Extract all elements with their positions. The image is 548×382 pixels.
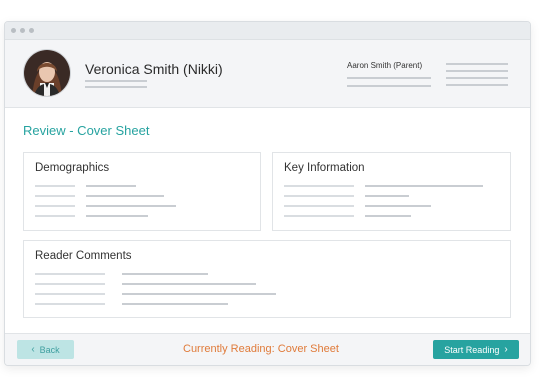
page-title: Review - Cover Sheet	[23, 123, 150, 138]
chevron-right-icon: ›	[504, 343, 508, 355]
key-information-title: Key Information	[284, 162, 365, 174]
placeholder-line	[284, 205, 354, 207]
placeholder-line	[365, 195, 409, 197]
info-placeholder-line	[446, 63, 508, 65]
key-information-card: Key Information	[272, 152, 511, 231]
placeholder-line	[35, 215, 75, 217]
placeholder-line	[284, 215, 354, 217]
window-titlebar	[5, 22, 530, 40]
reading-footer: ‹ Back Currently Reading: Cover Sheet St…	[5, 333, 530, 365]
parent-placeholder-line	[347, 77, 431, 79]
back-button[interactable]: ‹ Back	[17, 340, 74, 359]
info-placeholder-line	[446, 70, 508, 72]
placeholder-line	[365, 215, 411, 217]
back-label: Back	[39, 344, 60, 355]
name-placeholder-line	[85, 80, 147, 82]
placeholder-line	[35, 205, 75, 207]
window-dot	[20, 28, 25, 33]
window-dot	[29, 28, 34, 33]
start-reading-label: Start Reading	[444, 344, 500, 355]
placeholder-line	[122, 303, 228, 305]
current-reading-status: Currently Reading: Cover Sheet	[183, 343, 339, 355]
app-window: Veronica Smith (Nikki) Aaron Smith (Pare…	[4, 21, 531, 366]
placeholder-line	[365, 205, 431, 207]
placeholder-line	[35, 283, 105, 285]
placeholder-line	[122, 293, 276, 295]
placeholder-line	[284, 185, 354, 187]
placeholder-line	[35, 195, 75, 197]
start-reading-button[interactable]: Start Reading ›	[433, 340, 519, 359]
user-name: Veronica Smith (Nikki)	[85, 61, 223, 77]
placeholder-line	[86, 205, 176, 207]
placeholder-line	[35, 185, 75, 187]
profile-header: Veronica Smith (Nikki) Aaron Smith (Pare…	[5, 40, 530, 108]
placeholder-line	[86, 195, 164, 197]
chevron-left-icon: ‹	[31, 343, 35, 355]
placeholder-line	[35, 303, 105, 305]
placeholder-line	[284, 195, 354, 197]
placeholder-line	[35, 293, 105, 295]
placeholder-line	[35, 273, 105, 275]
reader-comments-card: Reader Comments	[23, 240, 511, 318]
name-placeholder-line	[85, 86, 147, 88]
avatar	[23, 49, 71, 97]
info-placeholder-line	[446, 84, 508, 86]
parent-placeholder-line	[347, 85, 431, 87]
demographics-card: Demographics	[23, 152, 261, 231]
demographics-title: Demographics	[35, 162, 110, 174]
placeholder-line	[122, 283, 256, 285]
placeholder-line	[122, 273, 208, 275]
placeholder-line	[86, 185, 136, 187]
reader-comments-title: Reader Comments	[35, 250, 132, 262]
placeholder-line	[365, 185, 483, 187]
window-dot	[11, 28, 16, 33]
parent-name: Aaron Smith (Parent)	[347, 61, 423, 70]
placeholder-line	[86, 215, 148, 217]
info-placeholder-line	[446, 77, 508, 79]
